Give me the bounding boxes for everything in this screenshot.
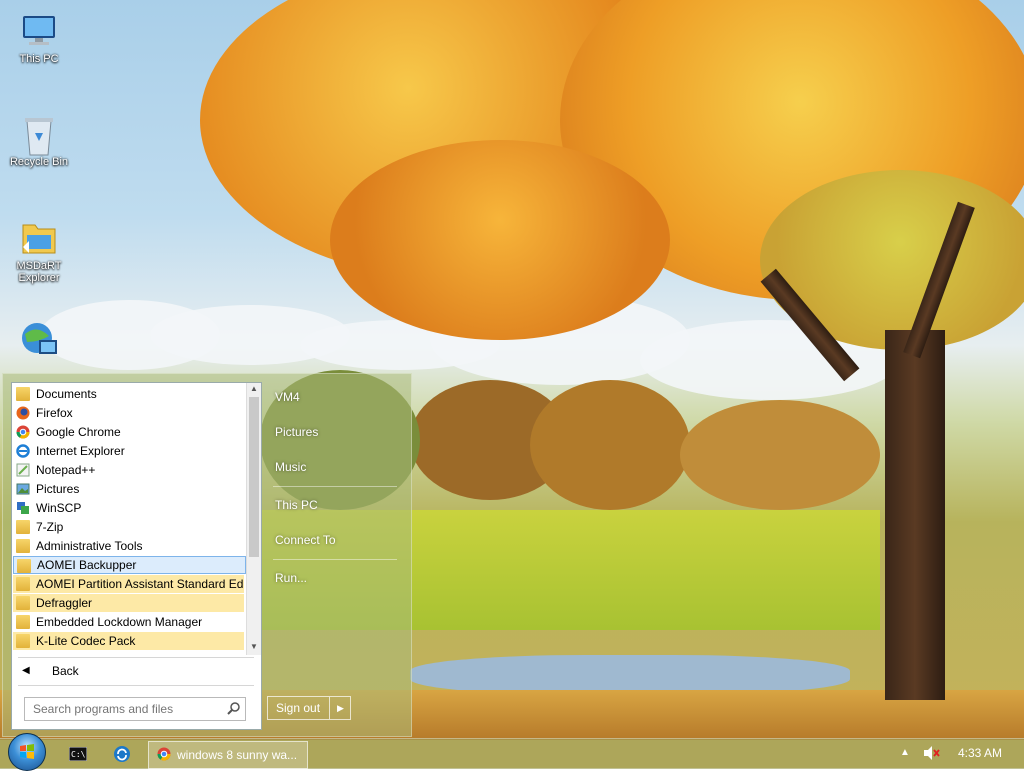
folder-icon [16,577,30,591]
back-button[interactable]: ◀ Back [16,660,252,682]
programs-divider [18,657,254,658]
desktop-icon-label: This PC [19,53,59,65]
start-link-vm4[interactable]: VM4 [275,390,300,404]
taskbar-window-button[interactable]: windows 8 sunny wa... [148,741,308,769]
folder-icon [16,520,30,534]
sign-out-button[interactable]: Sign out ▶ [267,696,351,720]
desktop-icon-this-pc[interactable]: This PC [7,10,71,65]
notepad-plus-plus-icon [16,463,30,477]
program-item-7-zip[interactable]: 7-Zip [13,518,244,536]
folder-icon [17,559,31,573]
chrome-icon [157,747,171,764]
recycle-bin-icon [19,113,59,156]
back-arrow-icon: ◀ [22,665,30,676]
windows-logo-icon [20,744,34,759]
sign-out-options-arrow-icon[interactable]: ▶ [329,697,351,719]
program-item-administrative-tools[interactable]: Administrative Tools [13,537,244,555]
right-pane-separator [273,486,397,487]
start-link-connect-to[interactable]: Connect To [275,533,336,547]
folder-icon [16,634,30,648]
taskbar-clock[interactable]: 4:33 AM [958,746,1002,760]
program-list: Documents Firefox Google Chrome Internet… [12,383,246,655]
desktop-icon-label: MSDaRT Explorer [16,260,62,284]
volume-muted-icon[interactable] [922,745,940,764]
ie-icon [16,444,30,458]
folder-icon [16,539,30,553]
start-link-this-pc[interactable]: This PC [275,498,318,512]
network-icon [19,320,59,360]
computer-icon [19,10,59,50]
sync-icon [114,746,130,762]
desktop-icon-recycle-bin[interactable]: Recycle Bin [7,113,71,168]
program-item-documents[interactable]: Documents [13,385,244,403]
program-item-k-lite-codec-pack[interactable]: K-Lite Codec Pack [13,632,244,650]
start-menu: Documents Firefox Google Chrome Internet… [2,373,412,737]
desktop-icon-label: Recycle Bin [9,156,69,168]
program-item-internet-explorer[interactable]: Internet Explorer [13,442,244,460]
program-item-google-chrome[interactable]: Google Chrome [13,423,244,441]
firefox-icon [16,406,30,420]
show-hidden-icons-arrow-icon[interactable]: ▲ [900,747,910,758]
chrome-icon [16,425,30,439]
scrollbar-thumb[interactable] [249,397,259,557]
search-box [24,697,246,721]
scroll-up-arrow-icon[interactable]: ▲ [247,383,261,395]
folder-icon [16,387,30,401]
start-link-run[interactable]: Run... [275,571,307,585]
start-link-pictures[interactable]: Pictures [275,425,318,439]
pictures-icon [16,482,30,496]
folder-explorer-icon [19,217,59,257]
taskbar-command-prompt[interactable]: C:\ [66,741,90,767]
program-list-scrollbar[interactable]: ▲ ▼ [246,383,261,655]
folder-icon [16,615,30,629]
program-item-embedded-lockdown-manager[interactable]: Embedded Lockdown Manager [13,613,244,631]
search-input[interactable] [31,698,223,720]
command-prompt-icon: C:\ [68,746,88,762]
start-link-music[interactable]: Music [275,460,306,474]
desktop-icon-network[interactable] [7,320,71,363]
taskbar-sync-app[interactable] [110,741,134,767]
taskbar: C:\ windows 8 sunny wa... ▲ 4:33 AM [0,733,1024,771]
svg-text:C:\: C:\ [71,750,86,759]
program-item-winscp[interactable]: WinSCP [13,499,244,517]
search-divider [18,685,254,686]
program-item-notepad-plus-plus[interactable]: Notepad++ [13,461,244,479]
program-item-aomei-partition-assistant[interactable]: AOMEI Partition Assistant Standard Edit [13,575,244,593]
right-pane-separator [273,559,397,560]
program-item-defraggler[interactable]: Defraggler [13,594,244,612]
program-item-pictures[interactable]: Pictures [13,480,244,498]
start-menu-right-pane: VM4 Pictures Music This PC Connect To Ru… [267,374,407,736]
folder-icon [16,596,30,610]
program-item-aomei-backupper[interactable]: AOMEI Backupper [13,556,246,574]
start-button[interactable] [8,733,46,771]
program-item-firefox[interactable]: Firefox [13,404,244,422]
programs-pane: Documents Firefox Google Chrome Internet… [11,382,262,730]
winscp-icon [16,501,30,515]
desktop-icon-msdart-explorer[interactable]: MSDaRT Explorer [7,217,71,284]
scroll-down-arrow-icon[interactable]: ▼ [247,641,261,653]
search-icon[interactable] [227,701,241,720]
